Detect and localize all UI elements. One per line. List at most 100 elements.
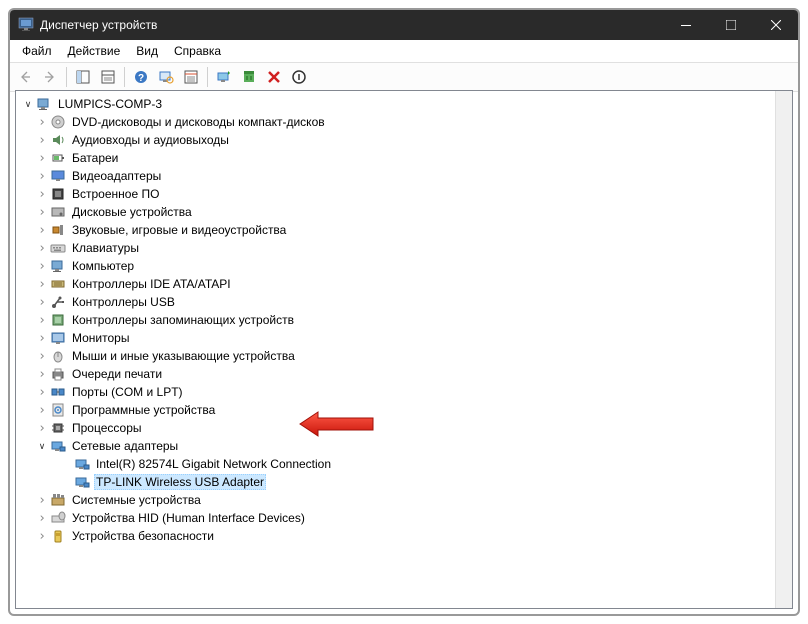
tree-device-label: TP-LINK Wireless USB Adapter (94, 474, 266, 490)
chevron-right-icon[interactable]: › (34, 421, 50, 436)
tree-category[interactable]: ›Системные устройства (16, 491, 792, 509)
chevron-right-icon[interactable]: › (34, 259, 50, 274)
tree-category[interactable]: ›Компьютер (16, 257, 792, 275)
tree-category[interactable]: ›Устройства HID (Human Interface Devices… (16, 509, 792, 527)
category-icon (50, 222, 66, 238)
chevron-right-icon[interactable]: › (34, 205, 50, 220)
scrollbar[interactable] (775, 91, 792, 608)
tree-category[interactable]: ›Видеоадаптеры (16, 167, 792, 185)
tree-category-label: DVD-дисководы и дисководы компакт-дисков (70, 115, 327, 129)
category-icon (50, 420, 66, 436)
disable-button[interactable] (263, 66, 285, 88)
tree-category-label: Порты (COM и LPT) (70, 385, 185, 399)
tree-category[interactable]: ∨Сетевые адаптеры (16, 437, 792, 455)
device-tree-pane[interactable]: ∨LUMPICS-COMP-3 › DVD-дисководы и дисковод… (15, 90, 793, 609)
tree-category[interactable]: › Порты (COM и LPT) (16, 383, 792, 401)
tree-category-label: Дисковые устройства (70, 205, 194, 219)
window-frame: Диспетчер устройств Файл Действие Вид Сп… (8, 8, 800, 616)
back-button[interactable] (14, 66, 36, 88)
tree-category-label: Программные устройства (70, 403, 217, 417)
chevron-right-icon[interactable]: › (34, 115, 50, 130)
uninstall-button[interactable] (238, 66, 260, 88)
chevron-right-icon[interactable]: › (34, 313, 50, 328)
tree-root[interactable]: ∨LUMPICS-COMP-3 (16, 95, 792, 113)
category-icon (50, 240, 66, 256)
chevron-right-icon[interactable]: › (34, 403, 50, 418)
tree-category[interactable]: › Дисковые устройства (16, 203, 792, 221)
tree-category[interactable]: ›Мониторы (16, 329, 792, 347)
tree-category[interactable]: ›Батареи (16, 149, 792, 167)
tree-category[interactable]: ›Мыши и иные указывающие устройства (16, 347, 792, 365)
chevron-down-icon[interactable]: ∨ (20, 99, 36, 110)
update-driver-button[interactable] (213, 66, 235, 88)
network-adapter-icon (74, 474, 90, 490)
tree-category[interactable]: › Программные устройства (16, 401, 792, 419)
category-icon (50, 384, 66, 400)
help-button[interactable]: ? (130, 66, 152, 88)
tree-category-label: Звуковые, игровые и видеоустройства (70, 223, 288, 237)
tree-category[interactable]: ›Контроллеры USB (16, 293, 792, 311)
chevron-right-icon[interactable]: › (34, 529, 50, 544)
chevron-right-icon[interactable]: › (34, 511, 50, 526)
category-icon (50, 312, 66, 328)
tree-category[interactable]: ›Процессоры (16, 419, 792, 437)
close-button[interactable] (753, 10, 798, 40)
category-icon (50, 150, 66, 166)
chevron-right-icon[interactable]: › (34, 277, 50, 292)
category-icon (50, 132, 66, 148)
tree-device[interactable]: TP-LINK Wireless USB Adapter (16, 473, 792, 491)
menu-view[interactable]: Вид (128, 42, 166, 60)
scan-hardware-button[interactable] (155, 66, 177, 88)
tree-category[interactable]: ›Клавиатуры (16, 239, 792, 257)
minimize-button[interactable] (663, 10, 708, 40)
menu-file[interactable]: Файл (14, 42, 60, 60)
tree-category[interactable]: › Звуковые, игровые и видеоустройства (16, 221, 792, 239)
properties-button-2[interactable] (180, 66, 202, 88)
tree-category[interactable]: › Очереди печати (16, 365, 792, 383)
tree-category[interactable]: ›Контроллеры IDE ATA/ATAPI (16, 275, 792, 293)
chevron-down-icon[interactable]: ∨ (34, 441, 50, 452)
menu-help[interactable]: Справка (166, 42, 229, 60)
chevron-right-icon[interactable]: › (34, 151, 50, 166)
tree-device[interactable]: Intel(R) 82574L Gigabit Network Connecti… (16, 455, 792, 473)
toolbar-separator (124, 67, 125, 87)
chevron-right-icon[interactable]: › (34, 223, 50, 238)
chevron-right-icon[interactable]: › (34, 367, 50, 382)
tree-category-label: Контроллеры запоминающих устройств (70, 313, 296, 327)
category-icon (50, 294, 66, 310)
forward-button[interactable] (39, 66, 61, 88)
tree-category[interactable]: › Устройства безопасности (16, 527, 792, 545)
category-icon (50, 402, 66, 418)
show-hide-button[interactable] (72, 66, 94, 88)
menu-action[interactable]: Действие (60, 42, 129, 60)
chevron-right-icon[interactable]: › (34, 169, 50, 184)
device-tree[interactable]: ∨LUMPICS-COMP-3 › DVD-дисководы и дисковод… (16, 95, 792, 545)
category-icon (50, 510, 66, 526)
chevron-right-icon[interactable]: › (34, 493, 50, 508)
maximize-button[interactable] (708, 10, 753, 40)
enable-button[interactable] (288, 66, 310, 88)
tree-category[interactable]: › DVD-дисководы и дисководы компакт-диско… (16, 113, 792, 131)
tree-category-label: Очереди печати (70, 367, 164, 381)
category-icon (50, 114, 66, 130)
computer-icon (36, 96, 52, 112)
tree-category-label: Устройства безопасности (70, 529, 216, 543)
titlebar: Диспетчер устройств (10, 10, 798, 40)
chevron-right-icon[interactable]: › (34, 241, 50, 256)
category-icon (50, 492, 66, 508)
chevron-right-icon[interactable]: › (34, 385, 50, 400)
chevron-right-icon[interactable]: › (34, 331, 50, 346)
chevron-right-icon[interactable]: › (34, 295, 50, 310)
window-title: Диспетчер устройств (40, 18, 157, 32)
category-icon (50, 528, 66, 544)
chevron-right-icon[interactable]: › (34, 349, 50, 364)
tree-category[interactable]: › Контроллеры запоминающих устройств (16, 311, 792, 329)
tree-category[interactable]: ›Аудиовходы и аудиовыходы (16, 131, 792, 149)
chevron-right-icon[interactable]: › (34, 187, 50, 202)
chevron-right-icon[interactable]: › (34, 133, 50, 148)
tree-category[interactable]: ›Встроенное ПО (16, 185, 792, 203)
category-icon (50, 348, 66, 364)
properties-button[interactable] (97, 66, 119, 88)
toolbar: ? (10, 63, 798, 92)
category-icon (50, 438, 66, 454)
